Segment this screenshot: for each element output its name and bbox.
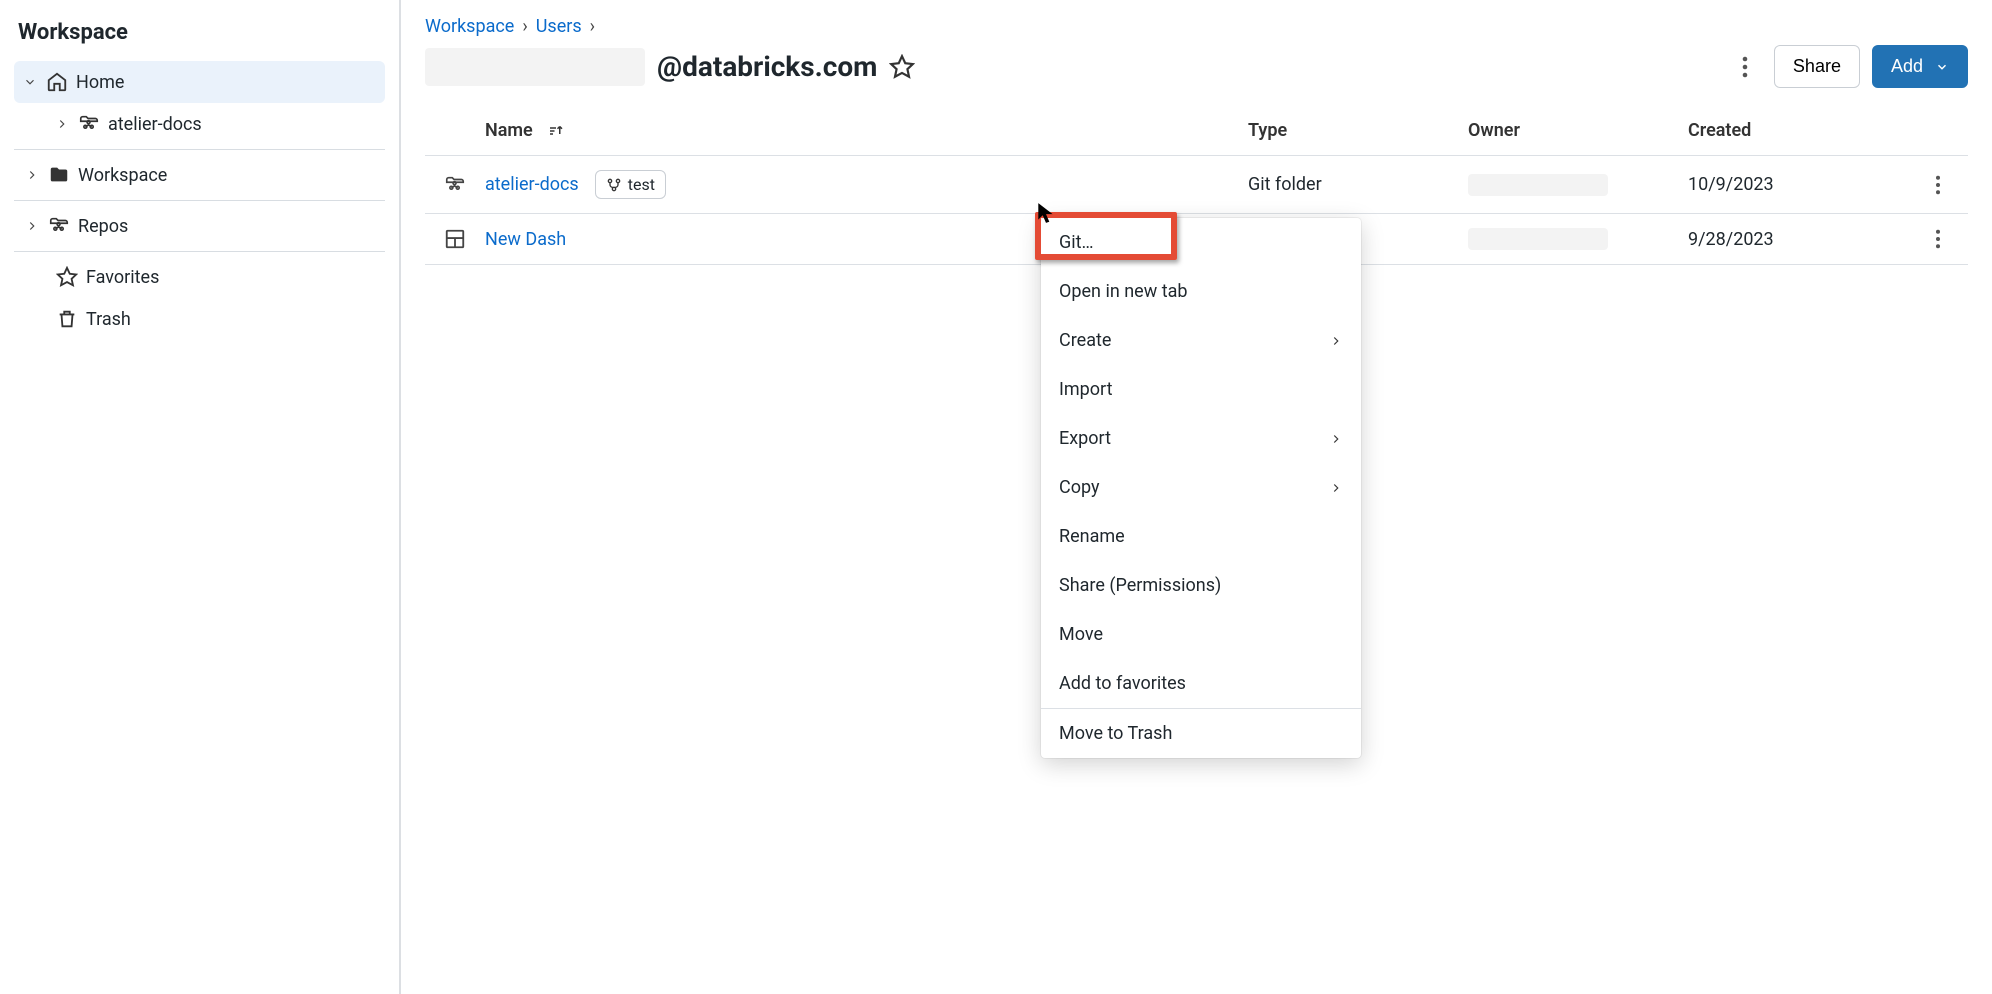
sidebar-item-label: Trash xyxy=(86,309,131,330)
sidebar-item-label: Repos xyxy=(78,216,128,237)
row-name-link[interactable]: New Dash xyxy=(485,229,566,250)
row-name-link[interactable]: atelier-docs xyxy=(485,174,579,195)
breadcrumb-separator: › xyxy=(590,16,595,37)
folder-icon xyxy=(48,164,70,186)
page-title: @databricks.com xyxy=(657,50,877,83)
row-created: 10/9/2023 xyxy=(1688,174,1908,195)
trash-icon xyxy=(56,308,78,330)
menu-item-rename[interactable]: Rename xyxy=(1041,512,1361,561)
row-kebab-button[interactable] xyxy=(1908,229,1968,249)
menu-item-create[interactable]: Create xyxy=(1041,316,1361,365)
sort-icon xyxy=(547,122,565,140)
sidebar-item-trash[interactable]: Trash xyxy=(14,298,385,340)
menu-item-copy[interactable]: Copy xyxy=(1041,463,1361,512)
kebab-menu-button[interactable] xyxy=(1728,50,1762,84)
star-icon[interactable] xyxy=(889,54,915,80)
column-header-owner[interactable]: Owner xyxy=(1468,120,1688,141)
breadcrumb-link-workspace[interactable]: Workspace xyxy=(425,16,514,37)
sidebar-item-workspace[interactable]: Workspace xyxy=(14,154,385,196)
main-content: Workspace › Users › @databricks.com Shar… xyxy=(401,0,1992,994)
menu-item-export[interactable]: Export xyxy=(1041,414,1361,463)
column-header-type[interactable]: Type xyxy=(1248,120,1468,141)
chevron-right-icon xyxy=(54,117,70,131)
breadcrumb-separator: › xyxy=(522,16,527,37)
row-kebab-button[interactable] xyxy=(1908,175,1968,195)
home-icon xyxy=(46,71,68,93)
branch-pill[interactable]: test xyxy=(595,170,666,199)
row-created: 9/28/2023 xyxy=(1688,229,1908,250)
chevron-down-icon xyxy=(22,75,38,89)
sidebar: Workspace Home atelier-docs Workspace xyxy=(0,0,401,994)
menu-item-open-new-tab[interactable]: Open in new tab xyxy=(1041,267,1361,316)
git-folder-icon xyxy=(78,113,100,135)
star-icon xyxy=(56,266,78,288)
chevron-right-icon xyxy=(1329,432,1343,446)
sidebar-item-favorites[interactable]: Favorites xyxy=(14,256,385,298)
menu-item-git[interactable]: Git… xyxy=(1041,218,1361,267)
share-button[interactable]: Share xyxy=(1774,45,1860,88)
sidebar-item-repos[interactable]: Repos xyxy=(14,205,385,247)
branch-icon xyxy=(606,177,622,193)
divider xyxy=(14,251,385,252)
add-button[interactable]: Add xyxy=(1872,45,1968,88)
dashboard-icon xyxy=(425,228,485,250)
table-row[interactable]: atelier-docs test Git folder 10/9/2023 xyxy=(425,156,1968,214)
add-button-label: Add xyxy=(1891,56,1923,77)
page-header: @databricks.com Share Add xyxy=(425,45,1968,88)
chevron-right-icon xyxy=(1329,481,1343,495)
breadcrumb: Workspace › Users › xyxy=(425,16,1968,37)
redacted-username xyxy=(425,48,645,86)
menu-item-add-favorites[interactable]: Add to favorites xyxy=(1041,659,1361,708)
sidebar-item-label: Home xyxy=(76,72,124,93)
menu-item-import[interactable]: Import xyxy=(1041,365,1361,414)
divider xyxy=(14,149,385,150)
chevron-right-icon xyxy=(24,168,40,182)
menu-item-share[interactable]: Share (Permissions) xyxy=(1041,561,1361,610)
redacted-owner xyxy=(1468,228,1608,250)
column-header-created[interactable]: Created xyxy=(1688,120,1908,141)
redacted-owner xyxy=(1468,174,1608,196)
divider xyxy=(14,200,385,201)
sidebar-title: Workspace xyxy=(14,20,385,61)
sidebar-item-label: atelier-docs xyxy=(108,114,202,135)
menu-item-move[interactable]: Move xyxy=(1041,610,1361,659)
menu-item-move-trash[interactable]: Move to Trash xyxy=(1041,709,1361,758)
git-folder-icon xyxy=(425,174,485,196)
row-type: Git folder xyxy=(1248,174,1468,195)
chevron-right-icon xyxy=(1329,334,1343,348)
chevron-down-icon xyxy=(1935,60,1949,74)
sidebar-item-home[interactable]: Home xyxy=(14,61,385,103)
sidebar-item-atelier-docs[interactable]: atelier-docs xyxy=(14,103,385,145)
git-folder-icon xyxy=(48,215,70,237)
sidebar-item-label: Workspace xyxy=(78,165,167,186)
sidebar-item-label: Favorites xyxy=(86,267,159,288)
context-menu: Git… Open in new tab Create Import Expor… xyxy=(1041,218,1361,758)
table-header-row: Name Type Owner Created xyxy=(425,106,1968,156)
column-header-name[interactable]: Name xyxy=(485,120,1248,141)
breadcrumb-link-users[interactable]: Users xyxy=(536,16,582,37)
chevron-right-icon xyxy=(24,219,40,233)
